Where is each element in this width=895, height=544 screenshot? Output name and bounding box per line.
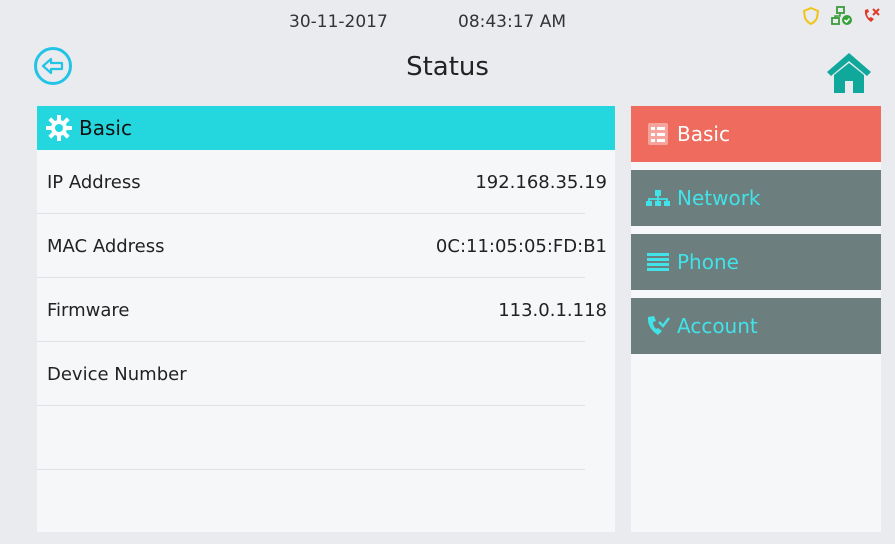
info-row-mac-address: MAC Address 0C:11:05:05:FD:B1 [37, 214, 615, 278]
menu-label: Account [677, 314, 758, 338]
page-title: Status [406, 52, 489, 82]
row-label: Device Number [47, 363, 187, 385]
system-icons [801, 6, 881, 26]
section-title: Basic [79, 116, 132, 140]
divider [37, 469, 585, 470]
date-display: 30-11-2017 [289, 12, 388, 32]
menu-item-account[interactable]: Account [631, 298, 881, 354]
menu-item-network[interactable]: Network [631, 170, 881, 226]
home-button[interactable] [824, 50, 874, 94]
document-list-icon [648, 123, 668, 145]
menu-label: Network [677, 186, 761, 210]
info-row-firmware: Firmware 113.0.1.118 [37, 278, 615, 342]
row-value: 113.0.1.118 [498, 299, 607, 321]
time-display: 08:43:17 AM [458, 12, 567, 32]
network-status-icon [831, 6, 852, 26]
divider [37, 405, 585, 406]
info-row-device-number: Device Number [37, 342, 615, 406]
row-value: 192.168.35.19 [475, 171, 607, 193]
shield-icon [801, 6, 821, 26]
menu-item-phone[interactable]: Phone [631, 234, 881, 290]
list-lines-icon [647, 253, 669, 271]
info-row-ip-address: IP Address 192.168.35.19 [37, 150, 615, 214]
row-value: 0C:11:05:05:FD:B1 [435, 235, 607, 257]
network-icon [646, 190, 670, 206]
home-icon [827, 53, 871, 93]
row-label: IP Address [47, 171, 141, 193]
status-bar: 30-11-2017 08:43:17 AM [0, 0, 895, 40]
menu-label: Phone [677, 250, 739, 274]
menu-label: Basic [677, 122, 730, 146]
row-label: MAC Address [47, 235, 165, 257]
menu-item-basic[interactable]: Basic [631, 106, 881, 162]
phone-missed-icon [861, 6, 881, 26]
gear-icon [46, 115, 72, 141]
section-header: Basic [37, 106, 615, 150]
phone-account-icon [647, 316, 670, 335]
row-label: Firmware [47, 299, 130, 321]
